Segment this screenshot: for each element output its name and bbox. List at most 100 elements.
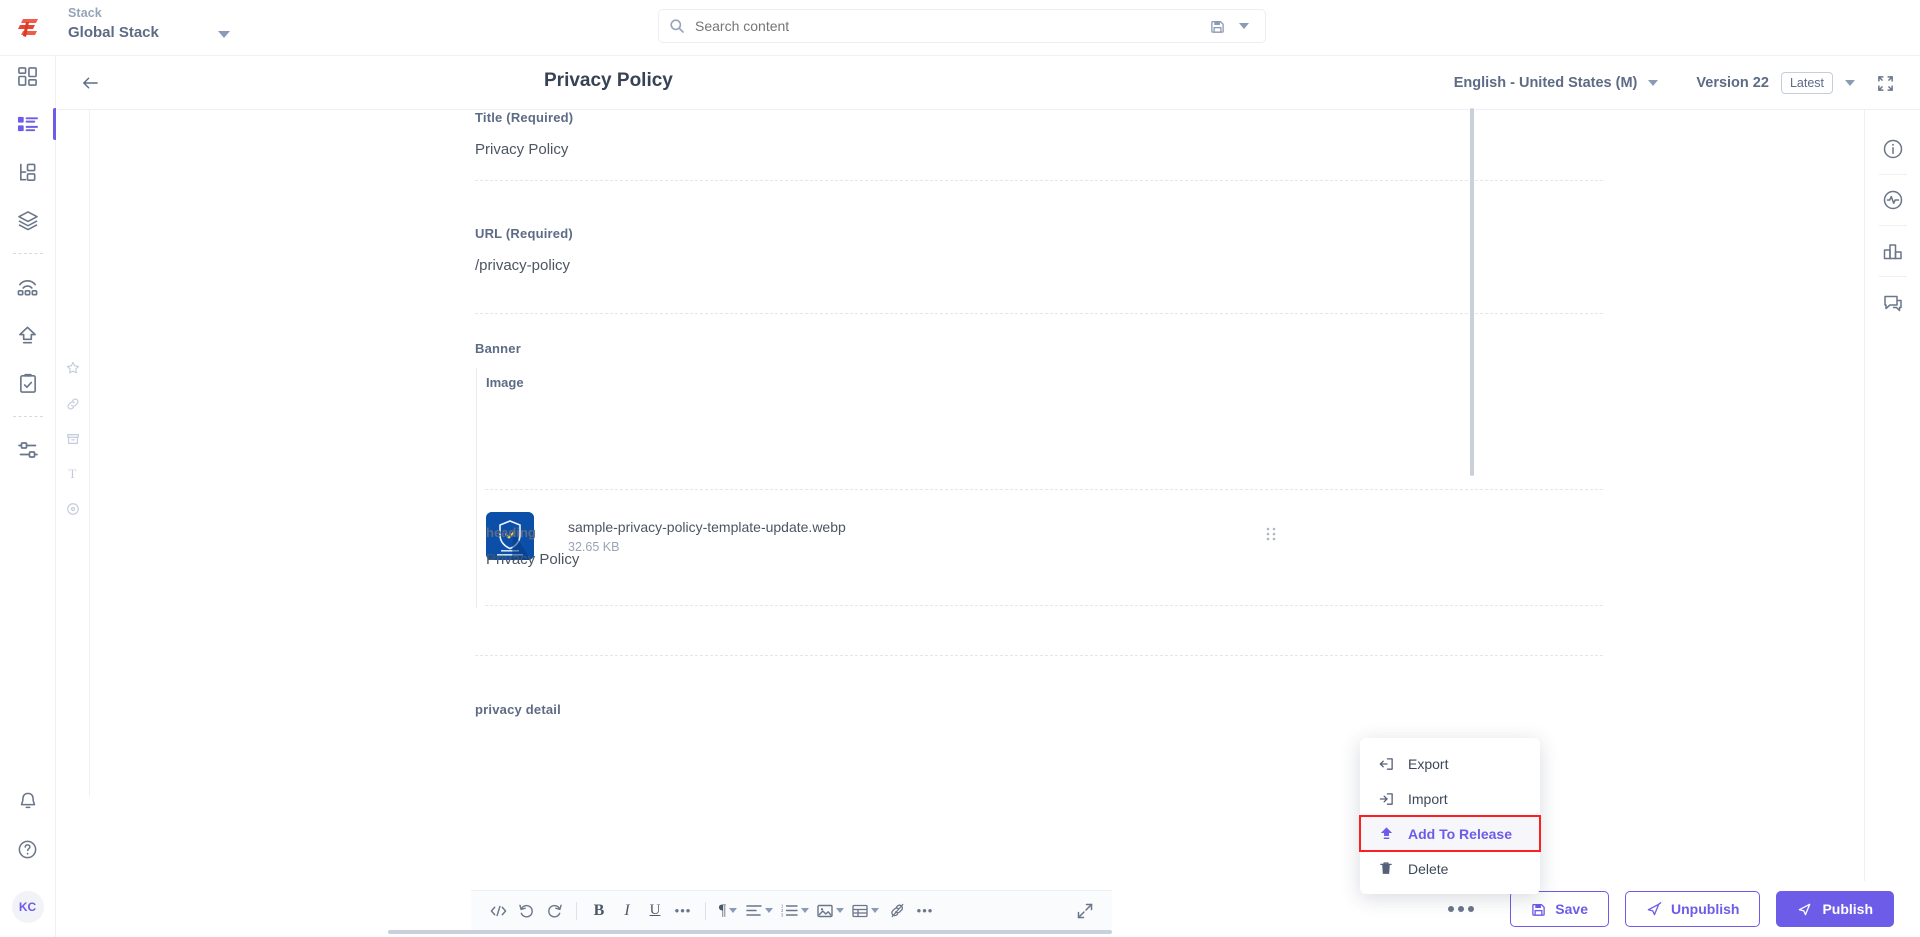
menu-item-add-to-release[interactable]: Add To Release — [1359, 815, 1541, 852]
sidebar-item-assets[interactable] — [0, 196, 56, 244]
link-button[interactable] — [56, 391, 90, 416]
field-value-heading[interactable]: Privacy Policy — [486, 551, 579, 568]
text-button[interactable]: T — [56, 461, 90, 486]
top-bar: Stack Global Stack — [0, 0, 1920, 56]
rich-text-toolbar: B I U ••• ¶ 1 2 3 ••• — [471, 890, 1112, 930]
sidebar-item-entries[interactable] — [0, 100, 56, 148]
version-chevron-down-icon[interactable] — [1845, 80, 1855, 86]
notifications-button[interactable] — [0, 777, 56, 825]
locale-selector[interactable]: English - United States (M) — [1454, 75, 1659, 91]
group-banner: Banner — [475, 341, 1605, 356]
image-chevron-down-icon[interactable] — [836, 908, 844, 913]
group-divider-2 — [485, 605, 1603, 606]
more-text-format-button[interactable]: ••• — [670, 896, 696, 926]
asset-filename: sample-privacy-policy-template-update.we… — [568, 518, 846, 535]
search-bar[interactable] — [658, 9, 1266, 43]
asset-filesize: 32.65 KB — [568, 539, 620, 554]
list-chevron-down-icon[interactable] — [801, 908, 809, 913]
svg-text:3: 3 — [781, 913, 784, 917]
list-button[interactable]: 1 2 3 — [778, 896, 812, 926]
menu-item-export[interactable]: Export — [1360, 746, 1540, 781]
align-button[interactable] — [743, 896, 776, 926]
insert-table-button[interactable] — [849, 896, 882, 926]
align-chevron-down-icon[interactable] — [765, 908, 773, 913]
sidebar-item-environments[interactable] — [0, 263, 56, 311]
unpublish-icon — [1646, 901, 1662, 917]
sidebar-item-workflow[interactable] — [0, 359, 56, 407]
vertical-scrollbar[interactable] — [1470, 108, 1474, 476]
insert-link-button[interactable] — [884, 896, 910, 926]
underline-button[interactable]: U — [642, 896, 668, 926]
collapse-icon[interactable] — [1877, 75, 1894, 92]
field-url: URL (Required) /privacy-policy — [475, 226, 1605, 274]
horizontal-scrollbar[interactable] — [388, 930, 1112, 934]
publish-icon — [1797, 902, 1813, 917]
group-indicator-bar — [476, 368, 477, 608]
comments-button[interactable] — [1865, 277, 1920, 327]
app-root: Stack Global Stack Search content KC T P… — [0, 0, 1920, 937]
archive-button[interactable] — [56, 426, 90, 451]
toolbar-divider-1 — [576, 901, 577, 920]
help-button[interactable] — [0, 825, 56, 873]
back-button[interactable] — [75, 68, 105, 98]
save-button[interactable]: Save — [1510, 891, 1609, 927]
unpublish-button[interactable]: Unpublish — [1625, 891, 1761, 927]
field-label-title: Title (Required) — [475, 110, 574, 125]
favorite-button[interactable] — [56, 355, 90, 380]
group-divider-1 — [485, 489, 1603, 490]
undo-button[interactable] — [513, 896, 539, 926]
publish-button[interactable]: Publish — [1776, 891, 1894, 927]
publish-button-label: Publish — [1822, 901, 1873, 917]
left-navigation-rail: KC — [0, 56, 56, 937]
menu-item-import[interactable]: Import — [1360, 781, 1540, 816]
version-selector[interactable]: Version 22 Latest — [1696, 72, 1855, 94]
sidebar-item-settings[interactable] — [0, 426, 56, 474]
stack-label: Stack — [68, 6, 102, 20]
stack-selector[interactable]: Stack Global Stack — [68, 5, 258, 51]
add-to-release-icon — [1378, 826, 1394, 841]
more-options-button[interactable]: ••• — [912, 896, 938, 926]
context-menu: Export Import Add To Release Delete — [1359, 738, 1541, 894]
insert-image-button[interactable] — [814, 896, 847, 926]
asset-card[interactable]: sample-privacy-policy-template-update.we… — [486, 507, 1596, 565]
activity-button[interactable] — [1865, 175, 1920, 225]
drag-handle-icon[interactable] — [1265, 527, 1277, 541]
paragraph-style-button[interactable]: ¶ — [715, 896, 741, 926]
sidebar-item-releases[interactable] — [0, 311, 56, 359]
search-icon — [669, 18, 685, 34]
chevron-down-icon[interactable] — [218, 31, 230, 38]
dot-3 — [1468, 906, 1475, 912]
status-badge[interactable]: Latest — [1780, 72, 1833, 94]
table-chevron-down-icon[interactable] — [871, 908, 879, 913]
sidebar-item-dashboard[interactable] — [0, 52, 56, 100]
menu-item-delete[interactable]: Delete — [1360, 851, 1540, 886]
field-divider-1 — [475, 180, 1603, 181]
sidebar-item-content-types[interactable] — [0, 148, 56, 196]
avatar[interactable]: KC — [11, 891, 44, 923]
chevron-down-icon[interactable] — [729, 908, 738, 913]
fullscreen-button[interactable] — [1072, 896, 1098, 926]
menu-item-import-label: Import — [1408, 790, 1448, 807]
save-disk-icon — [1531, 902, 1546, 917]
field-value-url[interactable]: /privacy-policy — [475, 257, 1605, 274]
chevron-down-icon[interactable] — [1648, 80, 1659, 86]
trash-icon — [1378, 861, 1394, 876]
italic-button[interactable]: I — [614, 896, 640, 926]
versions-button[interactable] — [1865, 226, 1920, 276]
save-disk-icon[interactable] — [1210, 19, 1225, 34]
rail-divider-2 — [12, 416, 43, 417]
tag-button[interactable] — [56, 496, 90, 521]
field-privacy-detail: privacy detail — [475, 702, 1605, 717]
search-filter-chevron-down-icon[interactable] — [1239, 23, 1249, 29]
bold-button[interactable]: B — [586, 896, 612, 926]
contentstack-logo-icon[interactable] — [12, 12, 46, 44]
entry-details-button[interactable] — [1865, 124, 1920, 174]
entry-more-options-button[interactable] — [1438, 898, 1484, 920]
locale-label: English - United States (M) — [1453, 75, 1638, 91]
field-value-title[interactable]: Privacy Policy — [475, 141, 1605, 158]
redo-button[interactable] — [541, 896, 567, 926]
search-input[interactable] — [695, 18, 1210, 34]
entry-header-actions: English - United States (M) Version 22 L… — [1454, 56, 1894, 110]
import-icon — [1378, 792, 1394, 806]
code-view-button[interactable] — [485, 896, 511, 926]
